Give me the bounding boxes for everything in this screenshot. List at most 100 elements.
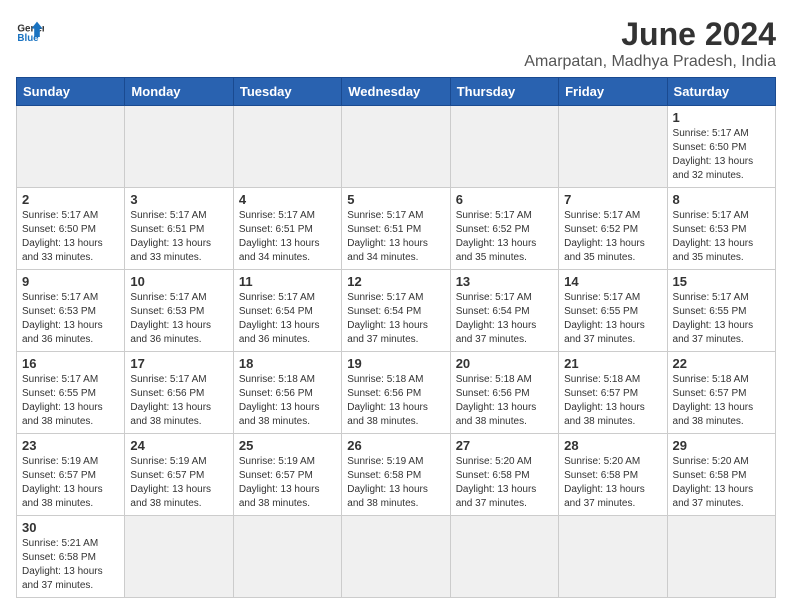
day-number: 11 <box>239 274 336 289</box>
day-info: Sunrise: 5:19 AMSunset: 6:58 PMDaylight:… <box>347 455 444 511</box>
calendar-cell <box>450 516 558 598</box>
day-info: Sunrise: 5:17 AMSunset: 6:55 PMDaylight:… <box>564 291 661 347</box>
day-info: Sunrise: 5:18 AMSunset: 6:56 PMDaylight:… <box>456 373 553 429</box>
day-info: Sunrise: 5:17 AMSunset: 6:52 PMDaylight:… <box>564 209 661 265</box>
title-block: June 2024 Amarpatan, Madhya Pradesh, Ind… <box>524 16 776 71</box>
day-info: Sunrise: 5:19 AMSunset: 6:57 PMDaylight:… <box>239 455 336 511</box>
day-number: 10 <box>130 274 227 289</box>
day-info: Sunrise: 5:18 AMSunset: 6:57 PMDaylight:… <box>673 373 770 429</box>
day-info: Sunrise: 5:19 AMSunset: 6:57 PMDaylight:… <box>130 455 227 511</box>
day-info: Sunrise: 5:17 AMSunset: 6:54 PMDaylight:… <box>239 291 336 347</box>
calendar-week-row: 1Sunrise: 5:17 AMSunset: 6:50 PMDaylight… <box>17 106 776 188</box>
weekday-header-monday: Monday <box>125 78 233 106</box>
day-info: Sunrise: 5:17 AMSunset: 6:55 PMDaylight:… <box>673 291 770 347</box>
day-info: Sunrise: 5:17 AMSunset: 6:53 PMDaylight:… <box>130 291 227 347</box>
day-info: Sunrise: 5:17 AMSunset: 6:53 PMDaylight:… <box>673 209 770 265</box>
weekday-header-friday: Friday <box>559 78 667 106</box>
calendar-week-row: 2 Sunrise: 5:17 AMSunset: 6:50 PMDaylight… <box>17 188 776 270</box>
day-info: Sunrise: 5:17 AMSunset: 6:53 PMDaylight:… <box>22 291 119 347</box>
calendar-cell: 24 Sunrise: 5:19 AMSunset: 6:57 PMDayligh… <box>125 434 233 516</box>
calendar-cell: 15 Sunrise: 5:17 AMSunset: 6:55 PMDayligh… <box>667 270 775 352</box>
day-info: Sunrise: 5:18 AMSunset: 6:56 PMDaylight:… <box>347 373 444 429</box>
day-info: Sunrise: 5:17 AMSunset: 6:51 PMDaylight:… <box>130 209 227 265</box>
calendar-week-row: 16 Sunrise: 5:17 AMSunset: 6:55 PMDayligh… <box>17 352 776 434</box>
calendar-cell: 2 Sunrise: 5:17 AMSunset: 6:50 PMDaylight… <box>17 188 125 270</box>
day-number: 16 <box>22 356 119 371</box>
day-number: 22 <box>673 356 770 371</box>
calendar-cell: 20 Sunrise: 5:18 AMSunset: 6:56 PMDayligh… <box>450 352 558 434</box>
calendar-cell <box>450 106 558 188</box>
location-title: Amarpatan, Madhya Pradesh, India <box>524 53 776 71</box>
calendar-cell: 5 Sunrise: 5:17 AMSunset: 6:51 PMDaylight… <box>342 188 450 270</box>
day-number: 1 <box>673 110 770 125</box>
calendar-table: SundayMondayTuesdayWednesdayThursdayFrid… <box>16 77 776 598</box>
day-number: 17 <box>130 356 227 371</box>
calendar-cell: 4Sunrise: 5:17 AMSunset: 6:51 PMDaylight… <box>233 188 341 270</box>
logo: General Blue <box>16 16 44 44</box>
calendar-cell: 14Sunrise: 5:17 AMSunset: 6:55 PMDayligh… <box>559 270 667 352</box>
calendar-cell <box>125 106 233 188</box>
day-number: 13 <box>456 274 553 289</box>
day-info: Sunrise: 5:18 AMSunset: 6:56 PMDaylight:… <box>239 373 336 429</box>
page-header: General Blue June 2024 Amarpatan, Madhya… <box>16 16 776 71</box>
day-info: Sunrise: 5:21 AMSunset: 6:58 PMDaylight:… <box>22 537 119 593</box>
calendar-cell: 27 Sunrise: 5:20 AMSunset: 6:58 PMDayligh… <box>450 434 558 516</box>
weekday-header-thursday: Thursday <box>450 78 558 106</box>
day-number: 26 <box>347 438 444 453</box>
calendar-cell <box>559 516 667 598</box>
weekday-header-saturday: Saturday <box>667 78 775 106</box>
day-info: Sunrise: 5:17 AMSunset: 6:55 PMDaylight:… <box>22 373 119 429</box>
day-info: Sunrise: 5:17 AMSunset: 6:54 PMDaylight:… <box>456 291 553 347</box>
day-info: Sunrise: 5:20 AMSunset: 6:58 PMDaylight:… <box>673 455 770 511</box>
calendar-cell: 9 Sunrise: 5:17 AMSunset: 6:53 PMDaylight… <box>17 270 125 352</box>
calendar-cell: 17 Sunrise: 5:17 AMSunset: 6:56 PMDayligh… <box>125 352 233 434</box>
day-info: Sunrise: 5:20 AMSunset: 6:58 PMDaylight:… <box>564 455 661 511</box>
day-number: 6 <box>456 192 553 207</box>
day-number: 9 <box>22 274 119 289</box>
day-number: 21 <box>564 356 661 371</box>
day-number: 4 <box>239 192 336 207</box>
day-number: 23 <box>22 438 119 453</box>
calendar-cell: 16 Sunrise: 5:17 AMSunset: 6:55 PMDayligh… <box>17 352 125 434</box>
calendar-week-row: 30Sunrise: 5:21 AMSunset: 6:58 PMDayligh… <box>17 516 776 598</box>
logo-icon: General Blue <box>16 16 44 44</box>
calendar-cell <box>125 516 233 598</box>
calendar-cell: 23 Sunrise: 5:19 AMSunset: 6:57 PMDayligh… <box>17 434 125 516</box>
calendar-cell: 22 Sunrise: 5:18 AMSunset: 6:57 PMDayligh… <box>667 352 775 434</box>
calendar-week-row: 23 Sunrise: 5:19 AMSunset: 6:57 PMDayligh… <box>17 434 776 516</box>
day-number: 5 <box>347 192 444 207</box>
calendar-cell <box>667 516 775 598</box>
calendar-cell: 7Sunrise: 5:17 AMSunset: 6:52 PMDaylight… <box>559 188 667 270</box>
day-info: Sunrise: 5:19 AMSunset: 6:57 PMDaylight:… <box>22 455 119 511</box>
calendar-cell: 28Sunrise: 5:20 AMSunset: 6:58 PMDayligh… <box>559 434 667 516</box>
calendar-cell: 30Sunrise: 5:21 AMSunset: 6:58 PMDayligh… <box>17 516 125 598</box>
day-info: Sunrise: 5:17 AMSunset: 6:56 PMDaylight:… <box>130 373 227 429</box>
month-title: June 2024 <box>524 16 776 53</box>
day-number: 27 <box>456 438 553 453</box>
day-number: 18 <box>239 356 336 371</box>
calendar-cell: 10 Sunrise: 5:17 AMSunset: 6:53 PMDayligh… <box>125 270 233 352</box>
calendar-cell <box>233 516 341 598</box>
calendar-cell: 26 Sunrise: 5:19 AMSunset: 6:58 PMDayligh… <box>342 434 450 516</box>
day-number: 2 <box>22 192 119 207</box>
calendar-cell <box>342 516 450 598</box>
day-info: Sunrise: 5:17 AMSunset: 6:50 PMDaylight:… <box>22 209 119 265</box>
day-number: 20 <box>456 356 553 371</box>
weekday-header-sunday: Sunday <box>17 78 125 106</box>
calendar-cell: 18 Sunrise: 5:18 AMSunset: 6:56 PMDayligh… <box>233 352 341 434</box>
day-info: Sunrise: 5:20 AMSunset: 6:58 PMDaylight:… <box>456 455 553 511</box>
day-number: 15 <box>673 274 770 289</box>
day-number: 24 <box>130 438 227 453</box>
day-info: Sunrise: 5:17 AMSunset: 6:54 PMDaylight:… <box>347 291 444 347</box>
day-number: 12 <box>347 274 444 289</box>
calendar-cell: 29 Sunrise: 5:20 AMSunset: 6:58 PMDayligh… <box>667 434 775 516</box>
day-number: 19 <box>347 356 444 371</box>
day-number: 29 <box>673 438 770 453</box>
day-info: Sunrise: 5:17 AMSunset: 6:51 PMDaylight:… <box>347 209 444 265</box>
calendar-body: 1 Sunrise: 5:17 AMSunset: 6:50 PMDaylight… <box>17 106 776 598</box>
calendar-week-row: 9 Sunrise: 5:17 AMSunset: 6:53 PMDaylight… <box>17 270 776 352</box>
calendar-cell <box>559 106 667 188</box>
calendar-cell: 19 Sunrise: 5:18 AMSunset: 6:56 PMDayligh… <box>342 352 450 434</box>
calendar-cell <box>17 106 125 188</box>
calendar-cell: 1Sunrise: 5:17 AMSunset: 6:50 PMDaylight… <box>667 106 775 188</box>
